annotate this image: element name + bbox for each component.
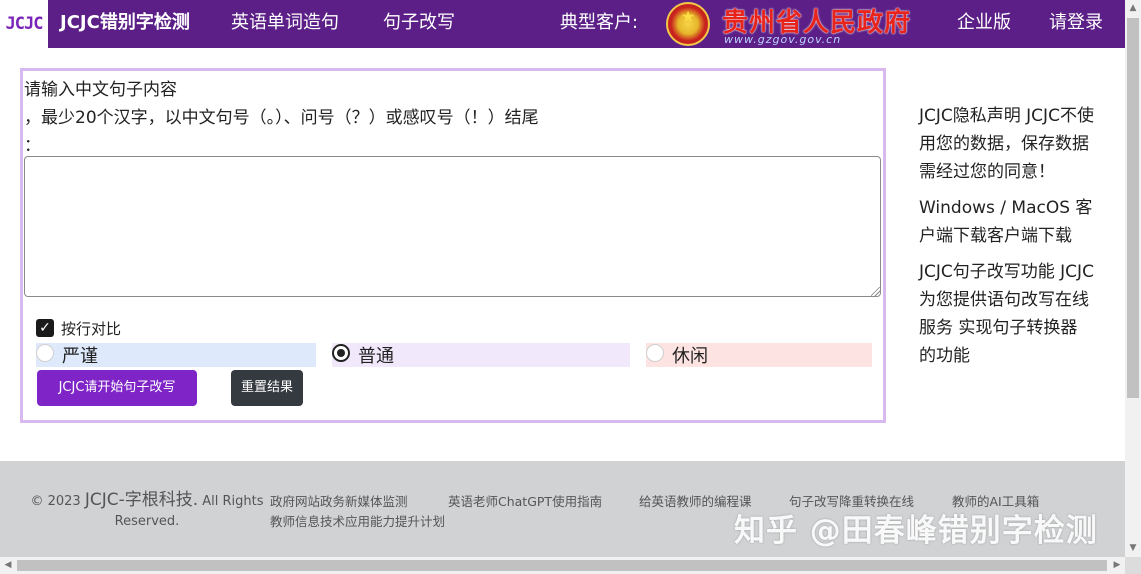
copyright: © 2023 JCJC-字根科技. All Rights Reserved.	[24, 490, 270, 532]
customers-label: 典型客户:	[560, 12, 639, 33]
scroll-down-icon[interactable]: ▼	[1125, 540, 1141, 556]
mode-label-casual: 休闲	[672, 346, 708, 367]
compare-by-line-checkbox[interactable]: ✓	[36, 319, 54, 337]
privacy-statement[interactable]: JCJC隐私声明 JCJC不使用您的数据，保存数据需经过您的同意！	[919, 102, 1094, 186]
nav-link-word-sentence[interactable]: 英语单词造句	[231, 0, 339, 48]
company-name: JCJC-字根科技.	[84, 490, 199, 510]
national-emblem-icon	[666, 2, 710, 46]
zhihu-watermark: 知乎 @田春峰错别字检测	[734, 513, 1098, 549]
nav-link-enterprise[interactable]: 企业版	[957, 0, 1011, 48]
reset-button[interactable]: 重置结果	[231, 370, 303, 406]
horizontal-scrollbar[interactable]: ◀ ▶	[0, 557, 1125, 574]
radio-normal[interactable]	[332, 344, 350, 362]
start-rewrite-button[interactable]: JCJC请开始句子改写	[37, 370, 197, 406]
site-logo[interactable]: JCJC	[0, 0, 48, 48]
top-navbar: JCJC JCJC错别字检测 英语单词造句 句子改写 典型客户: 贵州省人民政府…	[0, 0, 1125, 48]
mode-option-normal[interactable]: 普通	[332, 343, 630, 367]
scroll-up-icon[interactable]: ▲	[1125, 0, 1141, 16]
vertical-scroll-thumb[interactable]	[1127, 18, 1139, 398]
prompt-line-2: ，最少20个汉字，以中文句号（。）、问号（？）或感叹号（！）结尾	[24, 108, 539, 128]
mode-option-strict[interactable]: 严谨	[36, 343, 316, 367]
nav-brand-link[interactable]: JCJC错别字检测	[60, 0, 190, 48]
scroll-right-icon[interactable]: ▶	[1109, 557, 1125, 573]
radio-strict[interactable]	[36, 344, 54, 362]
horizontal-scroll-thumb[interactable]	[17, 560, 1107, 571]
feature-description[interactable]: JCJC句子改写功能 JCJC为您提供语句改写在线服务 实现句子转换器的功能	[919, 258, 1094, 370]
prompt-line-1: 请输入中文句子内容	[24, 80, 177, 100]
footer-link-gov-monitor[interactable]: 政府网站政务新媒体监测	[270, 491, 408, 510]
gov-url: www.gzgov.gov.cn	[724, 33, 842, 46]
info-sidebar: JCJC隐私声明 JCJC不使用您的数据，保存数据需经过您的同意！ Window…	[919, 102, 1094, 378]
resize-grip-icon[interactable]	[871, 287, 880, 296]
input-prompt: 请输入中文句子内容 ，最少20个汉字，以中文句号（。）、问号（？）或感叹号（！）…	[24, 76, 539, 160]
vertical-scrollbar[interactable]: ▲ ▼	[1125, 0, 1141, 557]
copyright-year: © 2023	[30, 494, 81, 509]
scrollbar-corner	[1125, 557, 1141, 574]
sentence-input[interactable]	[24, 156, 881, 297]
radio-casual[interactable]	[646, 344, 664, 362]
compare-by-line-label: 按行对比	[61, 320, 122, 338]
footer-link-chatgpt-guide[interactable]: 英语老师ChatGPT使用指南	[448, 491, 602, 510]
nav-link-sentence-rewrite[interactable]: 句子改写	[383, 0, 455, 48]
client-download-link[interactable]: Windows / MacOS 客户端下载客户端下载	[919, 194, 1094, 250]
customer-gov-banner[interactable]: 贵州省人民政府 www.gzgov.gov.cn	[664, 0, 940, 48]
nav-link-login[interactable]: 请登录	[1049, 0, 1103, 48]
scroll-left-icon[interactable]: ◀	[0, 557, 16, 573]
mode-option-casual[interactable]: 休闲	[646, 343, 872, 367]
footer-link-it-ability[interactable]: 教师信息技术应用能力提升计划	[270, 511, 445, 530]
mode-label-normal: 普通	[358, 346, 394, 367]
mode-label-strict: 严谨	[62, 346, 98, 367]
